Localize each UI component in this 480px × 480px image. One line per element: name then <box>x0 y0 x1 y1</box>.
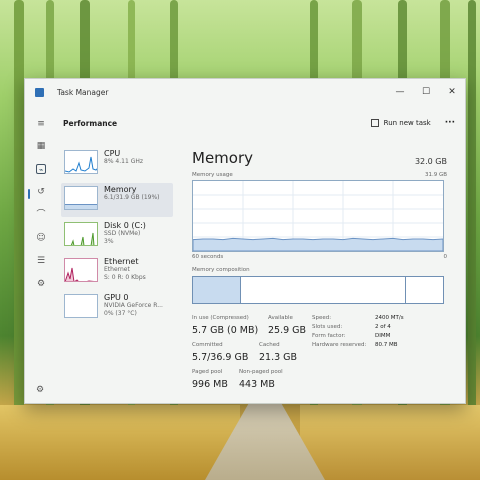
form-factor-label: Form factor: <box>312 333 346 339</box>
run-new-task-label: Run new task <box>383 119 431 127</box>
services-icon[interactable]: ⚙ <box>36 279 46 289</box>
hamburger-icon[interactable]: ≡ <box>36 119 46 129</box>
form-factor-value: DIMM <box>375 333 391 339</box>
memory-usage-max: 31.9 GB <box>424 172 447 178</box>
processes-icon[interactable]: ▦ <box>36 141 46 151</box>
memory-total: 32.0 GB <box>414 157 447 166</box>
slots-used-value: 2 of 4 <box>375 324 391 330</box>
device-detail-2: 0% (37 °C) <box>104 310 137 317</box>
device-name: Memory <box>104 185 137 194</box>
hardware-reserved-label: Hardware reserved: <box>312 342 367 348</box>
memory-thumbnail-graph <box>64 186 98 210</box>
performance-icon[interactable]: ⌁ <box>36 164 46 174</box>
graph-span-label: 60 seconds <box>192 254 224 260</box>
available-value: 25.9 GB <box>268 325 307 336</box>
device-name: Disk 0 (C:) <box>104 221 146 230</box>
device-name: CPU <box>104 149 121 158</box>
device-name: GPU 0 <box>104 293 129 302</box>
gpu-thumbnail-graph <box>64 294 98 318</box>
users-icon[interactable]: ☺ <box>36 233 46 243</box>
memory-usage-chart <box>192 181 444 252</box>
ethernet-thumbnail-graph <box>64 258 98 282</box>
committed-value: 5.7/36.9 GB <box>192 352 249 363</box>
disk-thumbnail-graph <box>64 222 98 246</box>
hardware-reserved-value: 80.7 MB <box>375 342 398 348</box>
settings-icon[interactable]: ⚙ <box>36 385 44 395</box>
cpu-sparkline <box>65 156 97 173</box>
speed-label: Speed: <box>312 315 332 321</box>
device-detail: NVIDIA GeForce R... <box>104 302 163 309</box>
memory-composition-bar <box>192 276 444 304</box>
disk-sparkline <box>70 232 95 245</box>
run-new-task-button[interactable]: Run new task <box>370 119 431 127</box>
nav-selected-indicator <box>28 189 30 199</box>
composition-in-use-segment[interactable] <box>193 277 241 303</box>
device-detail: SSD (NVMe) <box>104 230 141 237</box>
cached-value: 21.3 GB <box>259 352 298 363</box>
memory-usage-area <box>192 237 444 252</box>
window-title: Task Manager <box>57 87 109 97</box>
memory-usage-label: Memory usage <box>192 172 233 178</box>
paged-pool-label: Paged pool <box>192 369 223 375</box>
maximize-button[interactable]: ☐ <box>413 87 439 97</box>
device-memory[interactable]: Memory 6.1/31.9 GB (19%) <box>61 183 173 217</box>
device-cpu[interactable]: CPU 8% 4.11 GHz <box>61 147 173 181</box>
close-button[interactable]: ✕ <box>439 87 465 97</box>
device-ethernet[interactable]: Ethernet Ethernet S: 0 R: 0 Kbps <box>61 255 173 289</box>
paged-pool-value: 996 MB <box>192 379 228 390</box>
speed-value: 2400 MT/s <box>375 315 404 321</box>
graph-min-label: 0 <box>443 254 448 260</box>
app-history-icon[interactable]: ↺ <box>36 187 46 197</box>
cpu-thumbnail-graph <box>64 150 98 174</box>
minimize-button[interactable]: — <box>387 87 413 97</box>
cached-label: Cached <box>259 342 280 348</box>
device-detail: 6.1/31.9 GB (19%) <box>104 194 160 201</box>
available-label: Available <box>268 315 293 321</box>
ethernet-sparkline <box>65 267 95 281</box>
device-detail: 8% 4.11 GHz <box>104 158 144 165</box>
details-icon[interactable]: ☰ <box>36 256 46 266</box>
device-gpu[interactable]: GPU 0 NVIDIA GeForce R... 0% (37 °C) <box>61 291 173 325</box>
memory-composition-label: Memory composition <box>192 267 250 273</box>
device-name: Ethernet <box>104 257 139 266</box>
device-list: CPU 8% 4.11 GHz Memory 6.1/31.9 GB (19%)… <box>61 143 175 403</box>
startup-apps-icon[interactable]: ⌒ <box>36 210 46 220</box>
device-disk[interactable]: Disk 0 (C:) SSD (NVMe) 3% <box>61 219 173 253</box>
device-detail: Ethernet <box>104 266 130 273</box>
nonpaged-pool-value: 443 MB <box>239 379 275 390</box>
page-title: Performance <box>63 118 118 128</box>
memory-usage-graph <box>192 180 444 252</box>
run-task-icon <box>370 119 379 127</box>
device-detail-2: 3% <box>104 238 114 245</box>
in-use-label: In use (Compressed) <box>192 315 249 321</box>
in-use-value: 5.7 GB (0 MB) <box>192 325 259 336</box>
page-header: Performance Run new task ··· <box>57 111 465 135</box>
panel-title: Memory <box>192 149 254 167</box>
memory-panel: Memory 32.0 GB Memory usage 31.9 GB 60 s… <box>192 143 465 403</box>
committed-label: Committed <box>192 342 223 348</box>
slots-used-label: Slots used: <box>312 324 343 330</box>
nav-rail: ≡ ▦ ⌁ ↺ ⌒ ☺ ☰ ⚙ ⚙ <box>25 105 57 403</box>
composition-divider <box>405 277 406 303</box>
more-options-button[interactable]: ··· <box>445 118 455 128</box>
task-manager-icon <box>35 87 44 97</box>
title-bar: Task Manager — ☐ ✕ <box>25 79 465 105</box>
nonpaged-pool-label: Non-paged pool <box>239 369 283 375</box>
device-detail-2: S: 0 R: 0 Kbps <box>104 274 146 281</box>
task-manager-window: Task Manager — ☐ ✕ Performance Run new t… <box>24 78 466 404</box>
